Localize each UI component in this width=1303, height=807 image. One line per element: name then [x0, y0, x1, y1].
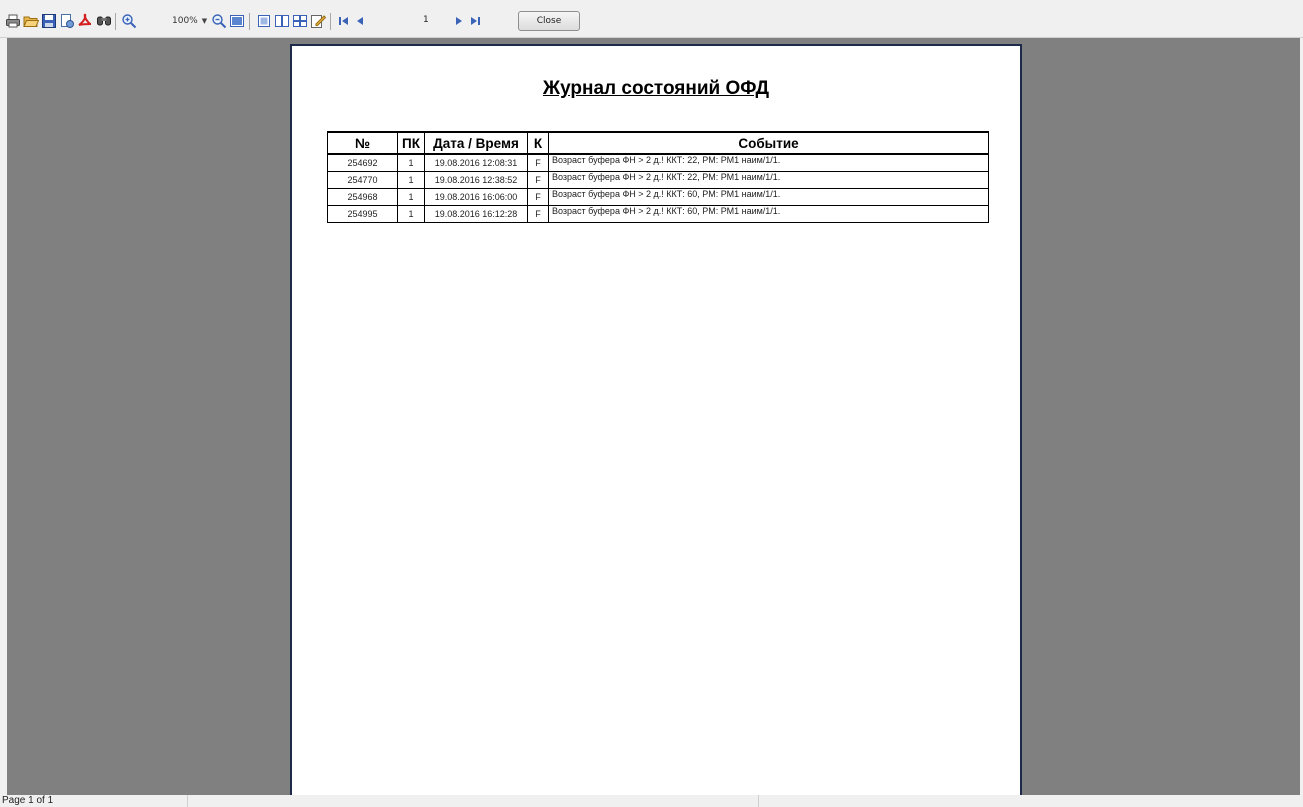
status-divider [758, 795, 759, 807]
prev-page-icon[interactable] [352, 13, 368, 29]
cell-event: Возраст буфера ФН > 2 д.! ККТ: 60, РМ: Р… [548, 205, 989, 223]
cell-event: Возраст буфера ФН > 2 д.! ККТ: 22, РМ: Р… [548, 153, 989, 172]
last-page-icon[interactable] [467, 13, 483, 29]
cell-datetime: 19.08.2016 16:06:00 [424, 188, 528, 206]
page-setup-icon[interactable] [59, 13, 75, 29]
zoom-out-icon[interactable] [211, 13, 227, 29]
cell-k: F [527, 171, 549, 189]
table-row: 254770 1 19.08.2016 12:38:52 F Возраст б… [327, 171, 989, 189]
toolbar: 100% ▼ Close [0, 0, 1303, 38]
report-page: Журнал состояний ОФД № ПК Дата / Время К… [290, 44, 1022, 804]
cell-event: Возраст буфера ФН > 2 д.! ККТ: 22, РМ: Р… [548, 171, 989, 189]
cell-event: Возраст буфера ФН > 2 д.! ККТ: 60, РМ: Р… [548, 188, 989, 206]
table-row: 254692 1 19.08.2016 12:08:31 F Возраст б… [327, 153, 989, 172]
status-bar: Page 1 of 1 [0, 795, 1303, 807]
cell-datetime: 19.08.2016 16:12:28 [424, 205, 528, 223]
cell-number: 254995 [327, 205, 398, 223]
save-icon[interactable] [41, 13, 57, 29]
toolbar-separator [115, 13, 116, 30]
export-pdf-icon[interactable] [77, 13, 93, 29]
toolbar-separator [249, 13, 250, 30]
cell-number: 254692 [327, 153, 398, 172]
cell-number: 254968 [327, 188, 398, 206]
cell-pk: 1 [397, 171, 425, 189]
next-page-icon[interactable] [451, 13, 467, 29]
column-header-datetime: Дата / Время [424, 131, 528, 155]
report-viewer[interactable]: Журнал состояний ОФД № ПК Дата / Время К… [7, 38, 1300, 804]
toolbar-separator [330, 13, 331, 30]
close-button[interactable]: Close [518, 11, 580, 31]
cell-datetime: 19.08.2016 12:38:52 [424, 171, 528, 189]
cell-datetime: 19.08.2016 12:08:31 [424, 153, 528, 172]
column-header-k: К [527, 131, 549, 155]
status-divider [187, 795, 188, 807]
zoom-in-icon[interactable] [121, 13, 137, 29]
print-icon[interactable] [5, 13, 21, 29]
edit-icon[interactable] [310, 13, 326, 29]
column-header-number: № [327, 131, 398, 155]
cell-k: F [527, 205, 549, 223]
zoom-value: 100% [172, 16, 198, 26]
column-header-event: Событие [548, 131, 989, 155]
cell-k: F [527, 188, 549, 206]
first-page-icon[interactable] [336, 13, 352, 29]
single-page-icon[interactable] [256, 13, 272, 29]
cell-k: F [527, 153, 549, 172]
cell-pk: 1 [397, 205, 425, 223]
column-header-pk: ПК [397, 131, 425, 155]
zoom-select[interactable]: 100% ▼ [172, 13, 210, 29]
journal-table: № ПК Дата / Время К Событие 254692 1 19.… [327, 131, 989, 223]
find-icon[interactable] [96, 13, 112, 29]
cell-number: 254770 [327, 171, 398, 189]
cell-pk: 1 [397, 188, 425, 206]
table-header-row: № ПК Дата / Время К Событие [327, 131, 989, 155]
two-page-icon[interactable] [274, 13, 290, 29]
chevron-down-icon: ▼ [201, 17, 208, 25]
page-width-icon[interactable] [229, 13, 245, 29]
table-row: 254968 1 19.08.2016 16:06:00 F Возраст б… [327, 188, 989, 206]
multi-page-icon[interactable] [292, 13, 308, 29]
table-row: 254995 1 19.08.2016 16:12:28 F Возраст б… [327, 205, 989, 223]
open-icon[interactable] [23, 13, 39, 29]
page-number-input[interactable] [421, 13, 453, 28]
cell-pk: 1 [397, 153, 425, 172]
page-info: Page 1 of 1 [2, 795, 54, 806]
report-title: Журнал состояний ОФД [542, 78, 770, 99]
